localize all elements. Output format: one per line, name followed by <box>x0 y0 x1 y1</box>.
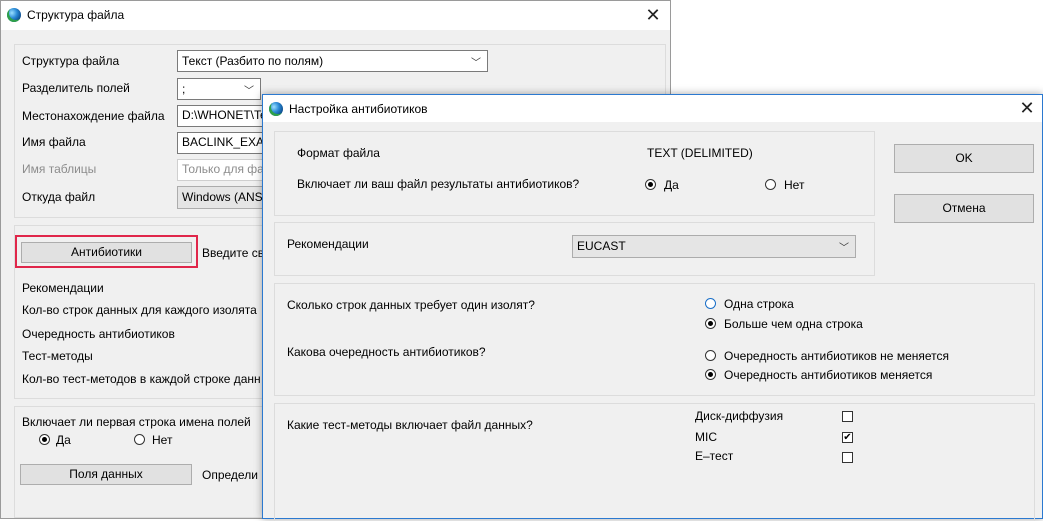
file-format-group <box>274 131 875 216</box>
includes-results-yes-radio[interactable] <box>645 179 656 190</box>
chevron-down-icon: ﹀ <box>471 58 481 69</box>
ok-button[interactable]: OK <box>894 144 1034 173</box>
delimiter-select[interactable]: ; ﹀ <box>177 78 261 100</box>
app-globe-icon <box>269 102 283 116</box>
recommendations-label: Рекомендации <box>22 281 104 295</box>
ab-order-label: Очередность антибиотиков <box>22 327 175 341</box>
cancel-button[interactable]: Отмена <box>894 194 1034 223</box>
methods-per-row-label: Кол-во тест-методов в каждой строке данн <box>22 372 261 386</box>
method-disk-diffusion-label: Диск-диффузия <box>695 409 784 423</box>
recommendations-select[interactable]: EUCAST ﹀ <box>572 235 856 258</box>
chevron-down-icon: ﹀ <box>839 243 849 254</box>
location-field[interactable]: D:\WHONET\Te <box>177 105 267 127</box>
order-question: Какова очередность антибиотиков? <box>287 345 486 359</box>
window-title: Структура файла <box>27 8 125 22</box>
order-varies-label: Очередность антибиотиков меняется <box>724 368 933 382</box>
includes-results-question: Включает ли ваш файл результаты антибиот… <box>297 177 580 191</box>
file-format-label: Формат файла <box>297 146 380 160</box>
structure-select[interactable]: Текст (Разбито по полям) ﹀ <box>177 50 488 72</box>
method-mic-label: MIC <box>695 430 717 444</box>
close-icon[interactable]: ✕ <box>1012 96 1042 120</box>
includes-results-no-label: Нет <box>784 178 805 192</box>
title-bar: Структура файла ✕ <box>1 1 670 30</box>
table-label: Имя таблицы <box>22 162 97 176</box>
includes-results-yes-label: Да <box>664 178 679 192</box>
first-row-no-label: Нет <box>152 433 173 447</box>
enter-hint: Введите св <box>202 246 265 260</box>
data-fields-button[interactable]: Поля данных <box>20 464 192 485</box>
filename-field[interactable]: BACLINK_EXA <box>177 132 267 154</box>
rows-many-radio[interactable] <box>705 318 716 329</box>
dialog-title: Настройка антибиотиков <box>289 102 428 116</box>
rows-question: Сколько строк данных требует один изолят… <box>287 298 535 312</box>
first-row-label: Включает ли первая строка имена полей <box>22 415 251 429</box>
antibiotic-settings-dialog: Настройка антибиотиков ✕ Формат файла TE… <box>262 94 1043 521</box>
location-label: Местонахождение файла <box>22 109 165 123</box>
method-disk-diffusion-checkbox[interactable] <box>842 411 853 422</box>
structure-label: Структура файла <box>22 54 120 68</box>
method-etest-checkbox[interactable] <box>842 452 853 463</box>
chevron-down-icon: ﹀ <box>244 86 254 97</box>
method-mic-checkbox[interactable]: ✔ <box>842 432 853 443</box>
rows-one-label: Одна строка <box>724 297 794 311</box>
includes-results-no-radio[interactable] <box>765 179 776 190</box>
antibiotics-button[interactable]: Антибиотики <box>21 242 192 263</box>
rows-per-isolate-label: Кол-во строк данных для каждого изолята <box>22 303 257 317</box>
recommendations-label: Рекомендации <box>287 237 369 251</box>
close-icon[interactable]: ✕ <box>638 3 668 27</box>
app-globe-icon <box>7 8 21 22</box>
filename-label: Имя файла <box>22 135 86 149</box>
first-row-yes-radio[interactable] <box>39 434 50 445</box>
source-label: Откуда файл <box>22 190 96 204</box>
file-format-value: TEXT (DELIMITED) <box>647 146 753 160</box>
rows-one-radio[interactable] <box>705 298 716 309</box>
dialog-title-bar: Настройка антибиотиков ✕ <box>263 95 1042 122</box>
order-varies-radio[interactable] <box>705 369 716 380</box>
test-methods-label: Тест-методы <box>22 349 93 363</box>
rows-many-label: Больше чем одна строка <box>724 317 863 331</box>
define-hint: Определи <box>202 468 258 482</box>
table-field: Только для фа <box>177 159 267 181</box>
first-row-no-radio[interactable] <box>134 434 145 445</box>
first-row-yes-label: Да <box>56 433 71 447</box>
source-select[interactable]: Windows (ANS <box>177 186 267 209</box>
delimiter-label: Разделитель полей <box>22 81 130 95</box>
test-methods-question: Какие тест-методы включает файл данных? <box>287 418 533 432</box>
method-etest-label: E–тест <box>695 449 734 463</box>
order-fixed-radio[interactable] <box>705 350 716 361</box>
order-fixed-label: Очередность антибиотиков не меняется <box>724 349 949 363</box>
